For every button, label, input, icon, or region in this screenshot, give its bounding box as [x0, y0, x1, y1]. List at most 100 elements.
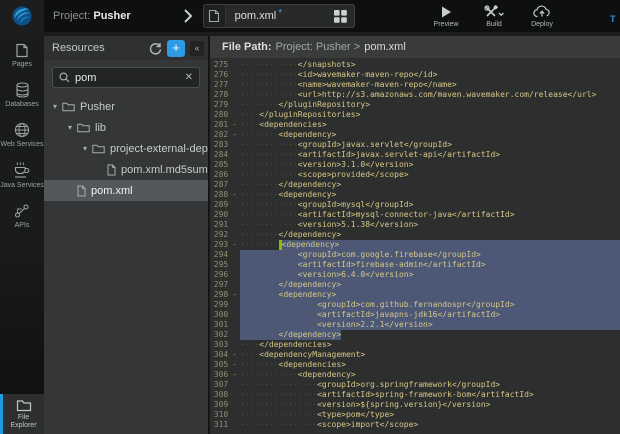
line-number[interactable]: 306 [210, 370, 232, 380]
line-number[interactable]: 307 [210, 380, 232, 390]
code-line[interactable]: 275············</snapshots> [210, 60, 620, 70]
line-number[interactable]: 311 [210, 420, 232, 430]
line-number[interactable]: 303 [210, 340, 232, 350]
fold-marker-icon[interactable]: - [232, 130, 240, 140]
line-number[interactable]: 308 [210, 390, 232, 400]
tree-item-lib[interactable]: ▾lib [44, 117, 208, 138]
tree-item-pom-xml[interactable]: pom.xml [44, 180, 208, 201]
tree-expand-arrow-icon[interactable]: ▾ [63, 123, 77, 132]
sidebar-item-databases[interactable]: Databases [0, 75, 44, 115]
fold-marker-icon[interactable]: - [232, 290, 240, 300]
line-number[interactable]: 304 [210, 350, 232, 360]
build-button[interactable]: Build [474, 5, 514, 28]
line-number[interactable]: 309 [210, 400, 232, 410]
code-line[interactable]: 298-········<dependency> [210, 290, 620, 300]
line-number[interactable]: 296 [210, 270, 232, 280]
code-line[interactable]: 276············<id>wavemaker-maven-repo<… [210, 70, 620, 80]
code-line[interactable]: 308················<artifactId>spring-fr… [210, 390, 620, 400]
code-line[interactable]: 309················<version>${spring.ver… [210, 400, 620, 410]
line-number[interactable]: 289 [210, 200, 232, 210]
tree-expand-arrow-icon[interactable]: ▾ [78, 144, 92, 153]
code-line[interactable]: 285············<version>3.1.0</version> [210, 160, 620, 170]
line-number[interactable]: 284 [210, 150, 232, 160]
code-line[interactable]: 311················<scope>import</scope> [210, 420, 620, 430]
code-line[interactable]: 290············<artifactId>mysql-connect… [210, 210, 620, 220]
sidebar-item-file-explorer[interactable]: File Explorer [0, 394, 44, 434]
code-line[interactable]: 289············<groupId>mysql</groupId> [210, 200, 620, 210]
line-number[interactable]: 287 [210, 180, 232, 190]
fold-marker-icon[interactable]: - [232, 190, 240, 200]
code-line[interactable]: 310················<type>pom</type> [210, 410, 620, 420]
line-number[interactable]: 278 [210, 90, 232, 100]
sidebar-item-pages[interactable]: Pages [0, 36, 44, 75]
code-line[interactable]: 278············<url>http://s3.amazonaws.… [210, 90, 620, 100]
add-resource-button[interactable]: + [167, 40, 185, 57]
tree-item-project-external-depen[interactable]: ▾project-external-depen [44, 138, 208, 159]
fold-marker-icon[interactable]: - [232, 360, 240, 370]
code-line[interactable]: 293-········<dependency> [210, 240, 620, 250]
resource-search[interactable]: ✕ [52, 67, 200, 88]
code-line[interactable]: 303····</dependencies> [210, 340, 620, 350]
line-number[interactable]: 294 [210, 250, 232, 260]
line-number[interactable]: 282 [210, 130, 232, 140]
line-number[interactable]: 305 [210, 360, 232, 370]
line-number[interactable]: 301 [210, 320, 232, 330]
code-line[interactable]: 282-········<dependency> [210, 130, 620, 140]
search-input[interactable] [75, 72, 185, 84]
line-number[interactable]: 310 [210, 410, 232, 420]
code-line[interactable]: 295············<artifactId>firebase-admi… [210, 260, 620, 270]
code-line[interactable]: 299················<groupId>com.github.f… [210, 300, 620, 310]
line-number[interactable]: 281 [210, 120, 232, 130]
line-number[interactable]: 280 [210, 110, 232, 120]
code-line[interactable]: 305-········<dependencies> [210, 360, 620, 370]
clear-search-icon[interactable]: ✕ [185, 72, 193, 83]
line-number[interactable]: 286 [210, 170, 232, 180]
line-number[interactable]: 283 [210, 140, 232, 150]
code-line[interactable]: 306-············<dependency> [210, 370, 620, 380]
code-line[interactable]: 294············<groupId>com.google.fireb… [210, 250, 620, 260]
line-number[interactable]: 302 [210, 330, 232, 340]
code-line[interactable]: 291············<version>5.1.38</version> [210, 220, 620, 230]
code-line[interactable]: 292········</dependency> [210, 230, 620, 240]
line-number[interactable]: 279 [210, 100, 232, 110]
app-logo[interactable] [0, 0, 44, 32]
code-line[interactable]: 307················<groupId>org.springfr… [210, 380, 620, 390]
line-number[interactable]: 288 [210, 190, 232, 200]
line-number[interactable]: 290 [210, 210, 232, 220]
open-file-tab[interactable]: pom.xml * [203, 4, 355, 28]
code-line[interactable]: 297········</dependency> [210, 280, 620, 290]
code-line[interactable]: 301················<version>2.2.1</versi… [210, 320, 620, 330]
refresh-icon[interactable] [149, 42, 162, 55]
line-number[interactable]: 299 [210, 300, 232, 310]
line-number[interactable]: 293 [210, 240, 232, 250]
clipped-right-label[interactable]: T [610, 14, 616, 24]
code-line[interactable]: 277············<name>wavemaker-maven-rep… [210, 80, 620, 90]
code-line[interactable]: 296············<version>6.4.0</version> [210, 270, 620, 280]
line-number[interactable]: 276 [210, 70, 232, 80]
line-number[interactable]: 275 [210, 60, 232, 70]
collapse-panel-icon[interactable]: « [190, 41, 204, 56]
code-line[interactable]: 281-····<dependencies> [210, 120, 620, 130]
deploy-button[interactable]: Deploy [522, 5, 562, 28]
preview-button[interactable]: Preview [426, 5, 466, 28]
code-line[interactable]: 279········</pluginRepository> [210, 100, 620, 110]
line-number[interactable]: 295 [210, 260, 232, 270]
fold-marker-icon[interactable]: - [232, 350, 240, 360]
code-line[interactable]: 302········</dependency> [210, 330, 620, 340]
sidebar-item-apis[interactable]: APIs [0, 196, 44, 236]
tree-item-pom-xml-md5sum[interactable]: pom.xml.md5sum [44, 159, 208, 180]
project-breadcrumb[interactable]: Project: Pusher [53, 10, 131, 22]
code-line[interactable]: 280····</pluginRepositories> [210, 110, 620, 120]
fold-marker-icon[interactable]: - [232, 120, 240, 130]
line-number[interactable]: 298 [210, 290, 232, 300]
code-line[interactable]: 288-········<dependency> [210, 190, 620, 200]
line-number[interactable]: 292 [210, 230, 232, 240]
code-line[interactable]: 283············<groupId>javax.servlet</g… [210, 140, 620, 150]
line-number[interactable]: 300 [210, 310, 232, 320]
sidebar-item-java-services[interactable]: Java Services [0, 155, 44, 196]
code-line[interactable]: 300················<artifactId>javapns-j… [210, 310, 620, 320]
sidebar-item-web-services[interactable]: Web Services [0, 115, 44, 155]
tree-item-pusher[interactable]: ▾Pusher [44, 96, 208, 117]
fold-marker-icon[interactable]: - [232, 370, 240, 380]
code-line[interactable]: 304-····<dependencyManagement> [210, 350, 620, 360]
